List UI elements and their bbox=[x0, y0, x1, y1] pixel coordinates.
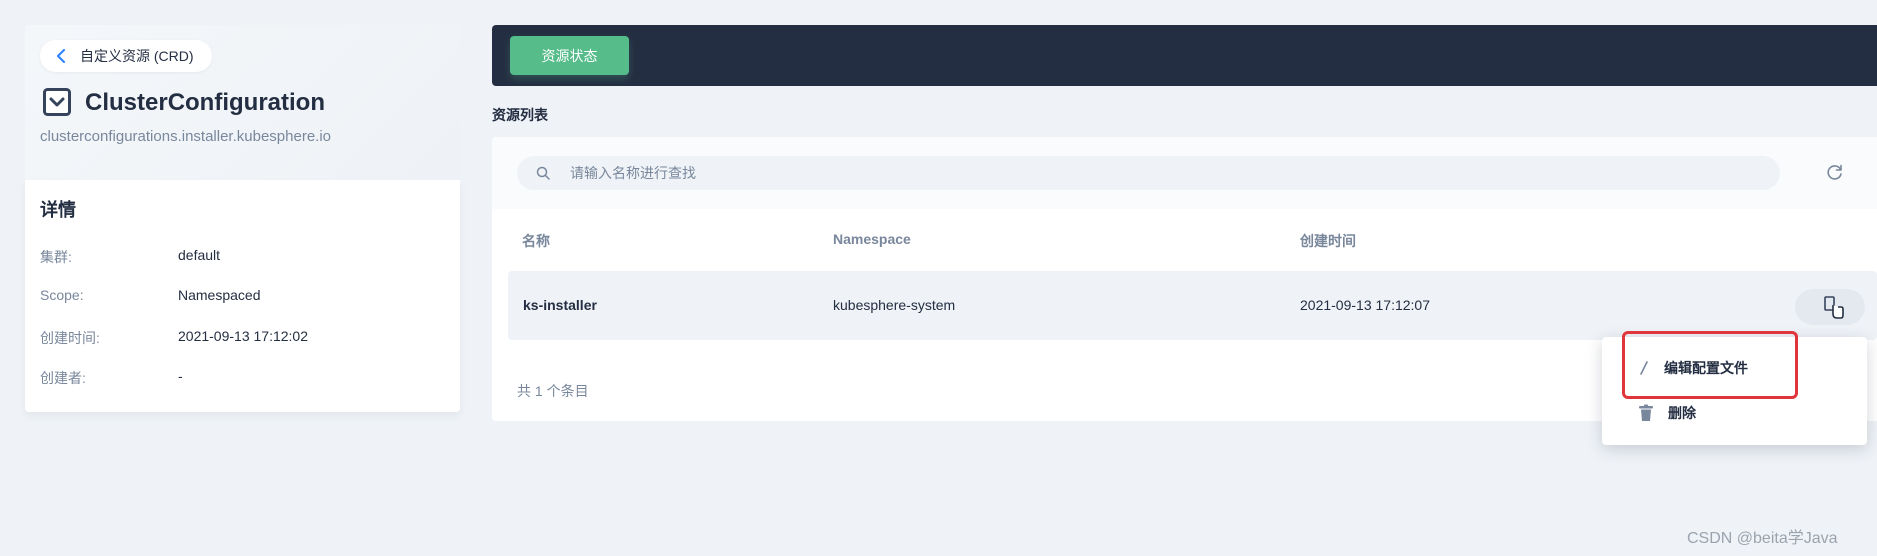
search-icon bbox=[536, 166, 550, 180]
menu-item-edit-yaml[interactable]: 编辑配置文件 bbox=[1638, 356, 1838, 380]
details-title: 详情 bbox=[40, 200, 76, 220]
row-name-link[interactable]: ks-installer bbox=[523, 297, 597, 313]
row-more-actions-button[interactable] bbox=[1795, 289, 1865, 325]
watermark: CSDN @beita学Java bbox=[1687, 530, 1838, 547]
detail-value-scope: Namespaced bbox=[178, 287, 261, 303]
menu-item-delete[interactable]: 删除 bbox=[1638, 401, 1838, 425]
column-header-namespace[interactable]: Namespace bbox=[833, 231, 911, 247]
row-namespace: kubesphere-system bbox=[833, 297, 956, 313]
column-header-name[interactable]: 名称 bbox=[522, 231, 550, 251]
back-to-crd-list-button[interactable]: 自定义资源 (CRD) bbox=[40, 40, 212, 72]
crd-title: ClusterConfiguration bbox=[85, 89, 325, 116]
crd-resource-icon bbox=[43, 88, 71, 116]
pencil-icon bbox=[1640, 361, 1648, 375]
refresh-icon[interactable] bbox=[1824, 161, 1846, 183]
crd-subtitle: clusterconfigurations.installer.kubesphe… bbox=[40, 128, 331, 145]
resource-status-button[interactable]: 资源状态 bbox=[510, 36, 629, 75]
row-created: 2021-09-13 17:12:07 bbox=[1300, 297, 1430, 313]
resource-topbar bbox=[492, 25, 1877, 86]
search-box[interactable] bbox=[517, 156, 1780, 190]
column-header-created[interactable]: 创建时间 bbox=[1300, 231, 1356, 251]
more-actions-icon bbox=[1824, 296, 1844, 319]
menu-item-delete-label: 删除 bbox=[1668, 405, 1696, 421]
detail-label-created: 创建时间: bbox=[40, 330, 100, 346]
detail-value-created: 2021-09-13 17:12:02 bbox=[178, 328, 308, 344]
table-row[interactable] bbox=[508, 271, 1877, 340]
resource-list-title: 资源列表 bbox=[492, 107, 548, 123]
detail-value-cluster: default bbox=[178, 247, 221, 263]
detail-label-creator: 创建者: bbox=[40, 370, 86, 386]
row-actions-dropdown bbox=[1602, 337, 1867, 445]
trash-icon bbox=[1639, 404, 1653, 421]
total-items-count: 共 1 个条目 bbox=[517, 383, 589, 399]
back-link-label: 自定义资源 (CRD) bbox=[80, 48, 194, 64]
search-input[interactable] bbox=[568, 164, 1672, 182]
chevron-left-icon bbox=[56, 49, 66, 63]
detail-label-scope: Scope: bbox=[40, 287, 84, 303]
detail-label-cluster: 集群: bbox=[40, 249, 72, 265]
menu-item-edit-label: 编辑配置文件 bbox=[1664, 360, 1748, 376]
detail-value-creator: - bbox=[178, 368, 183, 384]
